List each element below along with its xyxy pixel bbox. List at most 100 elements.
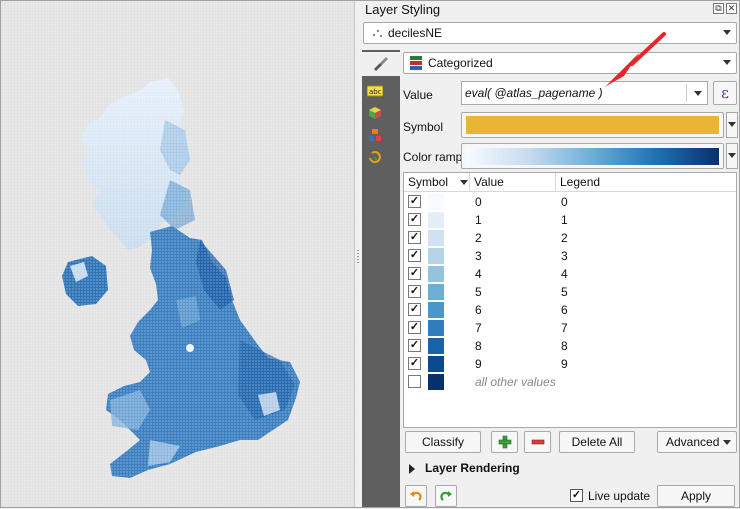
category-value[interactable]: 3 [475, 249, 482, 263]
category-value[interactable]: 4 [475, 267, 482, 281]
category-value[interactable]: 5 [475, 285, 482, 299]
redo-button[interactable] [435, 485, 457, 507]
other-values-label: all other values [475, 375, 556, 389]
remove-category-button[interactable] [524, 431, 551, 453]
chevron-down-icon[interactable] [694, 91, 702, 96]
category-value[interactable]: 8 [475, 339, 482, 353]
layer-rendering-header[interactable]: Layer Rendering [425, 461, 520, 475]
chevron-down-icon [728, 122, 736, 127]
column-header-value[interactable]: Value [470, 173, 556, 192]
category-symbol-swatch[interactable] [428, 338, 444, 354]
category-checkbox[interactable] [408, 375, 421, 388]
table-row-other-values[interactable]: all other values [404, 373, 736, 391]
category-legend[interactable]: 3 [561, 249, 568, 263]
value-expression-text: eval( @atlas_pagename ) [465, 86, 603, 100]
svg-text:abc: abc [369, 88, 382, 96]
category-checkbox[interactable]: ✓ [408, 195, 421, 208]
table-row[interactable]: ✓ 2 2 [404, 229, 736, 247]
tab-diagrams[interactable] [365, 124, 397, 148]
tab-labels[interactable]: abc [365, 80, 397, 104]
category-checkbox[interactable]: ✓ [408, 231, 421, 244]
table-row[interactable]: ✓ 9 9 [404, 355, 736, 373]
table-row[interactable]: ✓ 7 7 [404, 319, 736, 337]
panel-title: Layer Styling [365, 2, 441, 17]
category-symbol-swatch[interactable] [428, 356, 444, 372]
category-value[interactable]: 0 [475, 195, 482, 209]
table-row[interactable]: ✓ 1 1 [404, 211, 736, 229]
category-symbol-swatch[interactable] [428, 284, 444, 300]
category-symbol-swatch[interactable] [428, 374, 444, 390]
category-legend[interactable]: 7 [561, 321, 568, 335]
category-value[interactable]: 6 [475, 303, 482, 317]
epsilon-icon: ε [721, 84, 729, 102]
expression-builder-button[interactable]: ε [713, 81, 737, 105]
table-row[interactable]: ✓ 8 8 [404, 337, 736, 355]
classify-button[interactable]: Classify [405, 431, 481, 453]
annotation-arrow [604, 32, 666, 88]
category-value[interactable]: 7 [475, 321, 482, 335]
apply-button[interactable]: Apply [657, 485, 735, 507]
symbol-label: Symbol [403, 120, 444, 134]
category-checkbox[interactable]: ✓ [408, 249, 421, 262]
point-layer-icon [372, 29, 383, 38]
live-update-checkbox[interactable]: ✓ [570, 489, 583, 502]
category-legend[interactable]: 1 [561, 213, 568, 227]
column-header-legend[interactable]: Legend [556, 173, 736, 192]
category-value[interactable]: 2 [475, 231, 482, 245]
table-row[interactable]: ✓ 5 5 [404, 283, 736, 301]
color-ramp-menu-button[interactable] [726, 143, 738, 169]
table-row[interactable]: ✓ 4 4 [404, 265, 736, 283]
tab-symbology[interactable] [362, 52, 400, 76]
table-row[interactable]: ✓ 6 6 [404, 301, 736, 319]
category-symbol-swatch[interactable] [428, 230, 444, 246]
category-symbol-swatch[interactable] [428, 302, 444, 318]
category-symbol-swatch[interactable] [428, 248, 444, 264]
category-checkbox[interactable]: ✓ [408, 321, 421, 334]
category-symbol-swatch[interactable] [428, 320, 444, 336]
category-checkbox[interactable]: ✓ [408, 303, 421, 316]
category-symbol-swatch[interactable] [428, 194, 444, 210]
category-checkbox[interactable]: ✓ [408, 267, 421, 280]
categories-table[interactable]: Symbol Value Legend ✓ 0 0 ✓ 1 1 ✓ 2 2 ✓ 3 3 ✓ 4 4 ✓ 5 5 ✓ 6… [403, 172, 737, 428]
chevron-down-icon [723, 440, 731, 445]
symbol-menu-button[interactable] [726, 112, 738, 138]
layer-styling-panel: Layer Styling ⧉ ✕ decilesNE abc Categori… [362, 0, 740, 508]
history-icon [369, 151, 381, 164]
color-ramp-button[interactable] [461, 143, 724, 169]
advanced-button[interactable]: Advanced [657, 431, 737, 453]
uk-choropleth-map [0, 0, 354, 508]
add-category-button[interactable] [491, 431, 518, 453]
category-legend[interactable]: 6 [561, 303, 568, 317]
category-checkbox[interactable]: ✓ [408, 285, 421, 298]
delete-all-button[interactable]: Delete All [559, 431, 635, 453]
category-legend[interactable]: 2 [561, 231, 568, 245]
tab-history[interactable] [365, 146, 397, 170]
category-symbol-swatch[interactable] [428, 212, 444, 228]
category-value[interactable]: 9 [475, 357, 482, 371]
table-row[interactable]: ✓ 0 0 [404, 193, 736, 211]
category-legend[interactable]: 5 [561, 285, 568, 299]
categorized-renderer-icon [410, 56, 422, 70]
plus-icon [498, 435, 511, 449]
undo-button[interactable] [405, 485, 427, 507]
symbol-button[interactable] [461, 112, 724, 138]
expand-arrow-icon[interactable] [409, 464, 415, 474]
category-checkbox[interactable]: ✓ [408, 357, 421, 370]
category-checkbox[interactable]: ✓ [408, 339, 421, 352]
float-icon[interactable]: ⧉ [713, 3, 724, 14]
category-legend[interactable]: 0 [561, 195, 568, 209]
dock-splitter[interactable] [355, 0, 362, 508]
undo-icon [410, 491, 422, 501]
symbol-swatch [466, 116, 719, 134]
category-legend[interactable]: 9 [561, 357, 568, 371]
category-value[interactable]: 1 [475, 213, 482, 227]
table-row[interactable]: ✓ 3 3 [404, 247, 736, 265]
category-legend[interactable]: 8 [561, 339, 568, 353]
category-legend[interactable]: 4 [561, 267, 568, 281]
column-header-symbol[interactable]: Symbol [404, 173, 470, 192]
category-checkbox[interactable]: ✓ [408, 213, 421, 226]
category-symbol-swatch[interactable] [428, 266, 444, 282]
close-icon[interactable]: ✕ [726, 3, 737, 14]
map-canvas[interactable] [0, 0, 355, 508]
tab-3d-view[interactable] [365, 102, 397, 126]
